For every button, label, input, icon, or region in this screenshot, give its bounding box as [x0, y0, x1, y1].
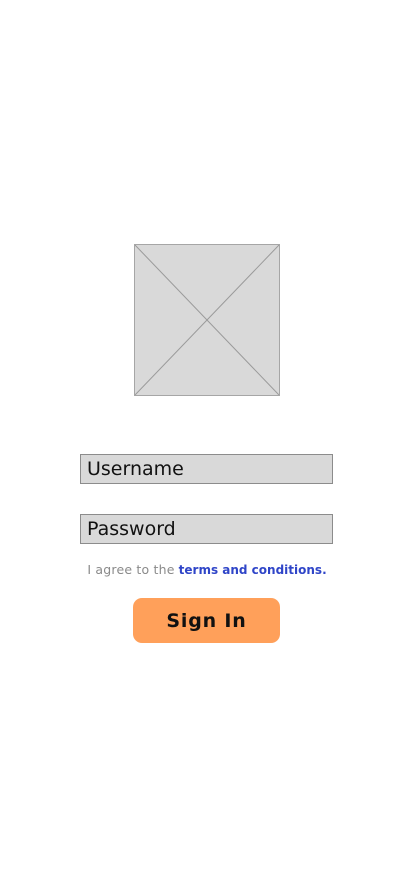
logo-image-placeholder	[134, 244, 280, 396]
terms-lead-text: I agree to the	[87, 562, 175, 577]
login-screen: I agree to the terms and conditions. Sig…	[0, 0, 414, 896]
terms-agreement: I agree to the terms and conditions.	[0, 562, 414, 578]
username-input[interactable]	[80, 454, 333, 484]
image-placeholder-icon	[135, 245, 279, 395]
sign-in-button[interactable]: Sign In	[133, 598, 280, 643]
terms-link[interactable]: terms and conditions.	[179, 563, 327, 577]
password-input[interactable]	[80, 514, 333, 544]
